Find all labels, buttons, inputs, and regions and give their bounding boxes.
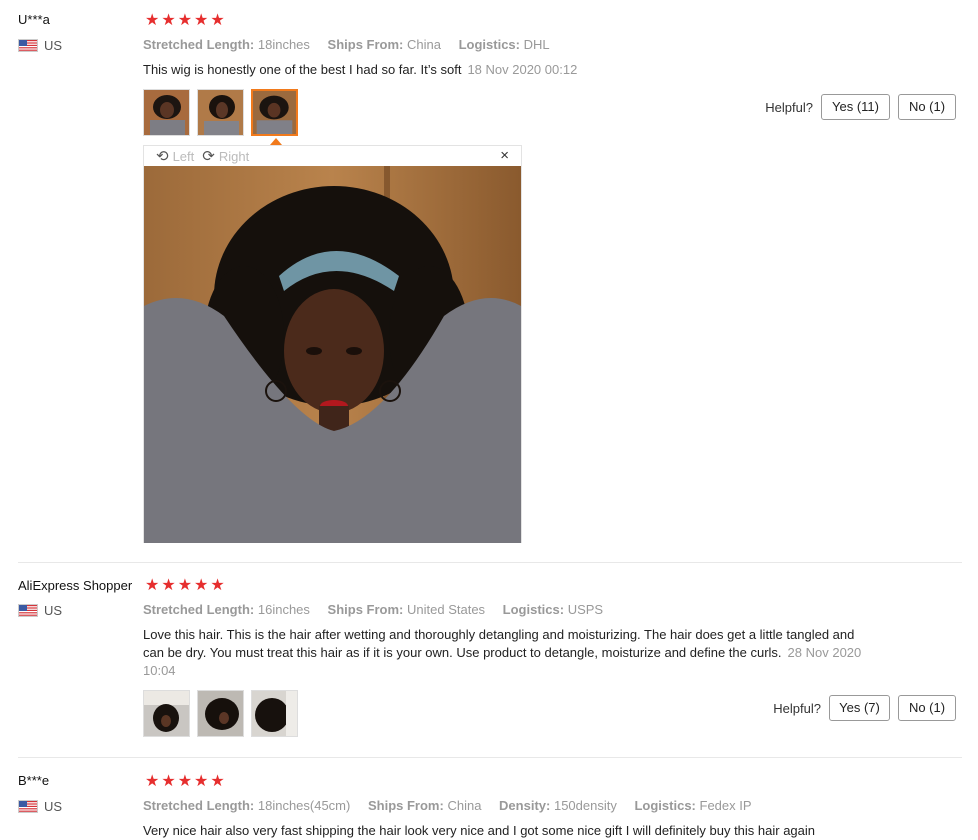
review-photo-thumbnail[interactable] [197,690,244,737]
attr-value: 18inches(45cm) [257,798,351,813]
rotate-right-label: Right [218,148,250,164]
attr-value: 18inches [257,37,310,52]
review-photo-large [144,166,521,543]
country-code: US [44,38,63,53]
review-thumbnails [143,690,298,737]
review-photo-thumbnail[interactable] [251,690,298,737]
helpful-no-button[interactable]: No (1) [898,94,956,120]
attr-key: Logistics: [458,37,520,52]
rotate-right-icon: ⟳ [202,148,215,165]
attr-value: USPS [567,602,604,617]
star-icon: ★ [161,577,176,594]
review-photo-thumbnail-selected[interactable] [251,89,298,136]
review-body: Very nice hair also very fast shipping t… [143,823,816,838]
review-photo-thumbnail[interactable] [143,690,190,737]
helpful-vote: Helpful? Yes (11) No (1) [765,94,956,120]
attr-key: Stretched Length: [143,602,255,617]
attr-value: China [407,37,441,52]
attr-value: 16inches [257,602,310,617]
attr-value: China [447,798,482,813]
star-rating: ★ ★ ★ ★ ★ [145,13,225,29]
selected-thumb-caret [270,138,282,145]
review-attributes: Stretched Length: 16inches Ships From: U… [143,602,617,617]
reviewer-name: B***e [18,773,50,788]
helpful-label: Helpful? [765,99,813,115]
us-flag-icon [18,800,38,813]
photo-viewer-toolbar: ⟲ Left ⟳ Right × [144,146,521,166]
star-icon: ★ [210,12,225,29]
country-code: US [44,603,63,618]
attr-key: Ships From: [327,37,404,52]
review-body: This wig is honestly one of the best I h… [143,62,462,77]
review-divider [18,562,962,563]
attr-key: Stretched Length: [143,798,255,813]
star-icon: ★ [161,773,176,790]
helpful-vote: Helpful? Yes (7) No (1) [773,695,956,721]
attr-key: Density: [499,798,551,813]
close-icon[interactable]: × [500,147,509,164]
star-icon: ★ [210,577,225,594]
helpful-no-button[interactable]: No (1) [898,695,956,721]
review-attributes: Stretched Length: 18inches(45cm) Ships F… [143,798,766,813]
review-divider [18,757,962,758]
attr-value: DHL [523,37,550,52]
attr-key: Stretched Length: [143,37,255,52]
rotate-left-label: Left [172,148,195,164]
attr-key: Ships From: [367,798,444,813]
review-photo-thumbnail[interactable] [143,89,190,136]
star-icon: ★ [177,773,193,790]
attr-value: 150density [553,798,617,813]
us-flag-icon [18,604,38,617]
photo-viewer: ⟲ Left ⟳ Right × [143,145,522,543]
review-thumbnails [143,89,298,136]
attr-key: Logistics: [634,798,696,813]
star-icon: ★ [194,773,209,790]
star-icon: ★ [210,773,225,790]
attr-key: Logistics: [502,602,565,617]
reviewer-country: US [18,38,62,53]
review-date: 18 Nov 2020 00:12 [467,62,578,77]
reviewer-country: US [18,799,62,814]
rotate-left-icon: ⟲ [156,148,169,165]
rotate-right-button[interactable]: ⟳ Right [202,147,249,165]
star-icon: ★ [161,12,176,29]
star-icon: ★ [145,577,160,594]
attr-value: Fedex IP [699,798,752,813]
star-icon: ★ [177,12,193,29]
helpful-label: Helpful? [773,700,821,716]
star-rating: ★ ★ ★ ★ ★ [145,578,225,594]
review-attributes: Stretched Length: 18inches Ships From: C… [143,37,564,52]
attr-key: Ships From: [327,602,404,617]
us-flag-icon [18,39,38,52]
star-rating: ★ ★ ★ ★ ★ [145,774,225,790]
reviewer-name: U***a [18,12,50,27]
star-icon: ★ [194,12,209,29]
review-text: Very nice hair also very fast shipping t… [143,822,943,840]
star-icon: ★ [145,12,160,29]
attr-value: United States [407,602,486,617]
star-icon: ★ [145,773,160,790]
rotate-left-button[interactable]: ⟲ Left [156,147,194,165]
review-text: Love this hair. This is the hair after w… [143,626,863,680]
review-body: Love this hair. This is the hair after w… [143,627,855,660]
reviewer-name: AliExpress Shopper [18,578,133,593]
country-code: US [44,799,63,814]
helpful-yes-button[interactable]: Yes (7) [829,695,890,721]
review-photo-thumbnail[interactable] [197,89,244,136]
reviewer-country: US [18,603,62,618]
star-icon: ★ [194,577,209,594]
review-text: This wig is honestly one of the best I h… [143,61,863,79]
helpful-yes-button[interactable]: Yes (11) [821,94,890,120]
star-icon: ★ [177,577,193,594]
